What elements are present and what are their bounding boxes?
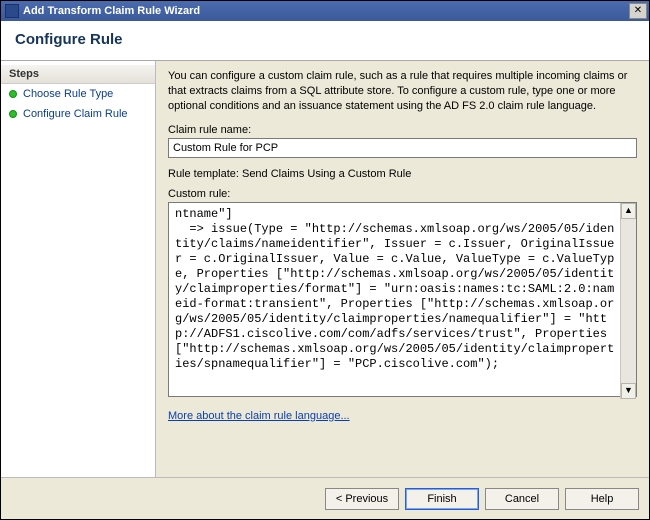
step-configure-claim-rule[interactable]: Configure Claim Rule [1,104,155,124]
custom-rule-label: Custom rule: [168,188,637,200]
cancel-button[interactable]: Cancel [485,488,559,510]
custom-rule-textarea[interactable]: ntname"] => issue(Type = "http://schemas… [168,202,637,397]
rule-template-text: Rule template: Send Claims Using a Custo… [168,168,637,180]
scroll-track[interactable] [621,219,636,383]
window-title: Add Transform Claim Rule Wizard [23,5,629,17]
status-dot-icon [9,90,17,98]
status-dot-icon [9,110,17,118]
step-label: Configure Claim Rule [23,108,128,120]
step-label: Choose Rule Type [23,88,113,100]
help-button[interactable]: Help [565,488,639,510]
previous-button[interactable]: < Previous [325,488,399,510]
learn-more-link[interactable]: More about the claim rule language... [168,410,637,422]
page-title: Configure Rule [15,31,635,48]
scroll-down-button[interactable]: ▼ [621,383,636,399]
claim-rule-name-label: Claim rule name: [168,124,637,136]
custom-rule-wrapper: ntname"] => issue(Type = "http://schemas… [168,202,637,400]
app-icon [5,4,19,18]
step-choose-rule-type[interactable]: Choose Rule Type [1,84,155,104]
body: Steps Choose Rule Type Configure Claim R… [1,61,649,477]
finish-button[interactable]: Finish [405,488,479,510]
claim-rule-name-input[interactable] [168,138,637,158]
main-panel: You can configure a custom claim rule, s… [156,61,649,477]
footer: < Previous Finish Cancel Help [1,477,649,519]
wizard-window: Add Transform Claim Rule Wizard ✕ Config… [0,0,650,520]
sidebar: Steps Choose Rule Type Configure Claim R… [1,61,156,477]
scrollbar[interactable]: ▲ ▼ [620,203,636,399]
scroll-up-button[interactable]: ▲ [621,203,636,219]
steps-heading: Steps [1,65,155,84]
titlebar: Add Transform Claim Rule Wizard ✕ [1,1,649,21]
description-text: You can configure a custom claim rule, s… [168,69,637,114]
close-button[interactable]: ✕ [629,3,647,19]
header: Configure Rule [1,21,649,61]
